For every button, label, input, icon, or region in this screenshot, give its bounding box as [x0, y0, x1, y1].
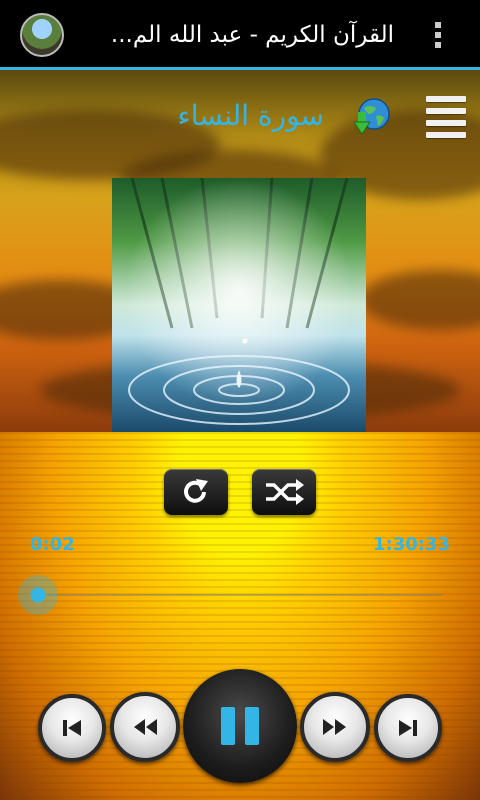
skip-previous-icon [63, 720, 81, 736]
seek-bar[interactable] [38, 594, 442, 596]
skip-next-icon [399, 720, 417, 736]
globe-download-icon[interactable] [352, 96, 392, 136]
surah-title: سورة النساء [177, 99, 324, 132]
app-icon[interactable] [20, 13, 64, 57]
play-pause-button[interactable] [183, 669, 297, 783]
app-title: القرآن الكريم - عبد الله الم... [110, 22, 394, 48]
skip-next-button[interactable] [374, 694, 442, 762]
action-bar: القرآن الكريم - عبد الله الم... [0, 0, 480, 70]
repeat-button[interactable] [164, 469, 228, 515]
elapsed-time: 0:02 [30, 534, 75, 555]
repeat-icon [184, 479, 208, 503]
overflow-menu-icon[interactable] [424, 18, 452, 52]
hamburger-menu-icon[interactable] [426, 96, 466, 138]
seek-thumb[interactable] [18, 575, 58, 615]
rewind-icon [134, 719, 157, 735]
album-art [112, 178, 366, 432]
total-time: 1:30:33 [372, 534, 450, 555]
fast-forward-icon [323, 719, 346, 735]
shuffle-icon [266, 479, 304, 505]
app-window: القرآن الكريم - عبد الله الم... سورة الن… [0, 0, 480, 800]
skip-previous-button[interactable] [38, 694, 106, 762]
rewind-button[interactable] [110, 692, 180, 762]
pause-icon [221, 707, 259, 745]
fast-forward-button[interactable] [300, 692, 370, 762]
shuffle-button[interactable] [252, 469, 316, 515]
